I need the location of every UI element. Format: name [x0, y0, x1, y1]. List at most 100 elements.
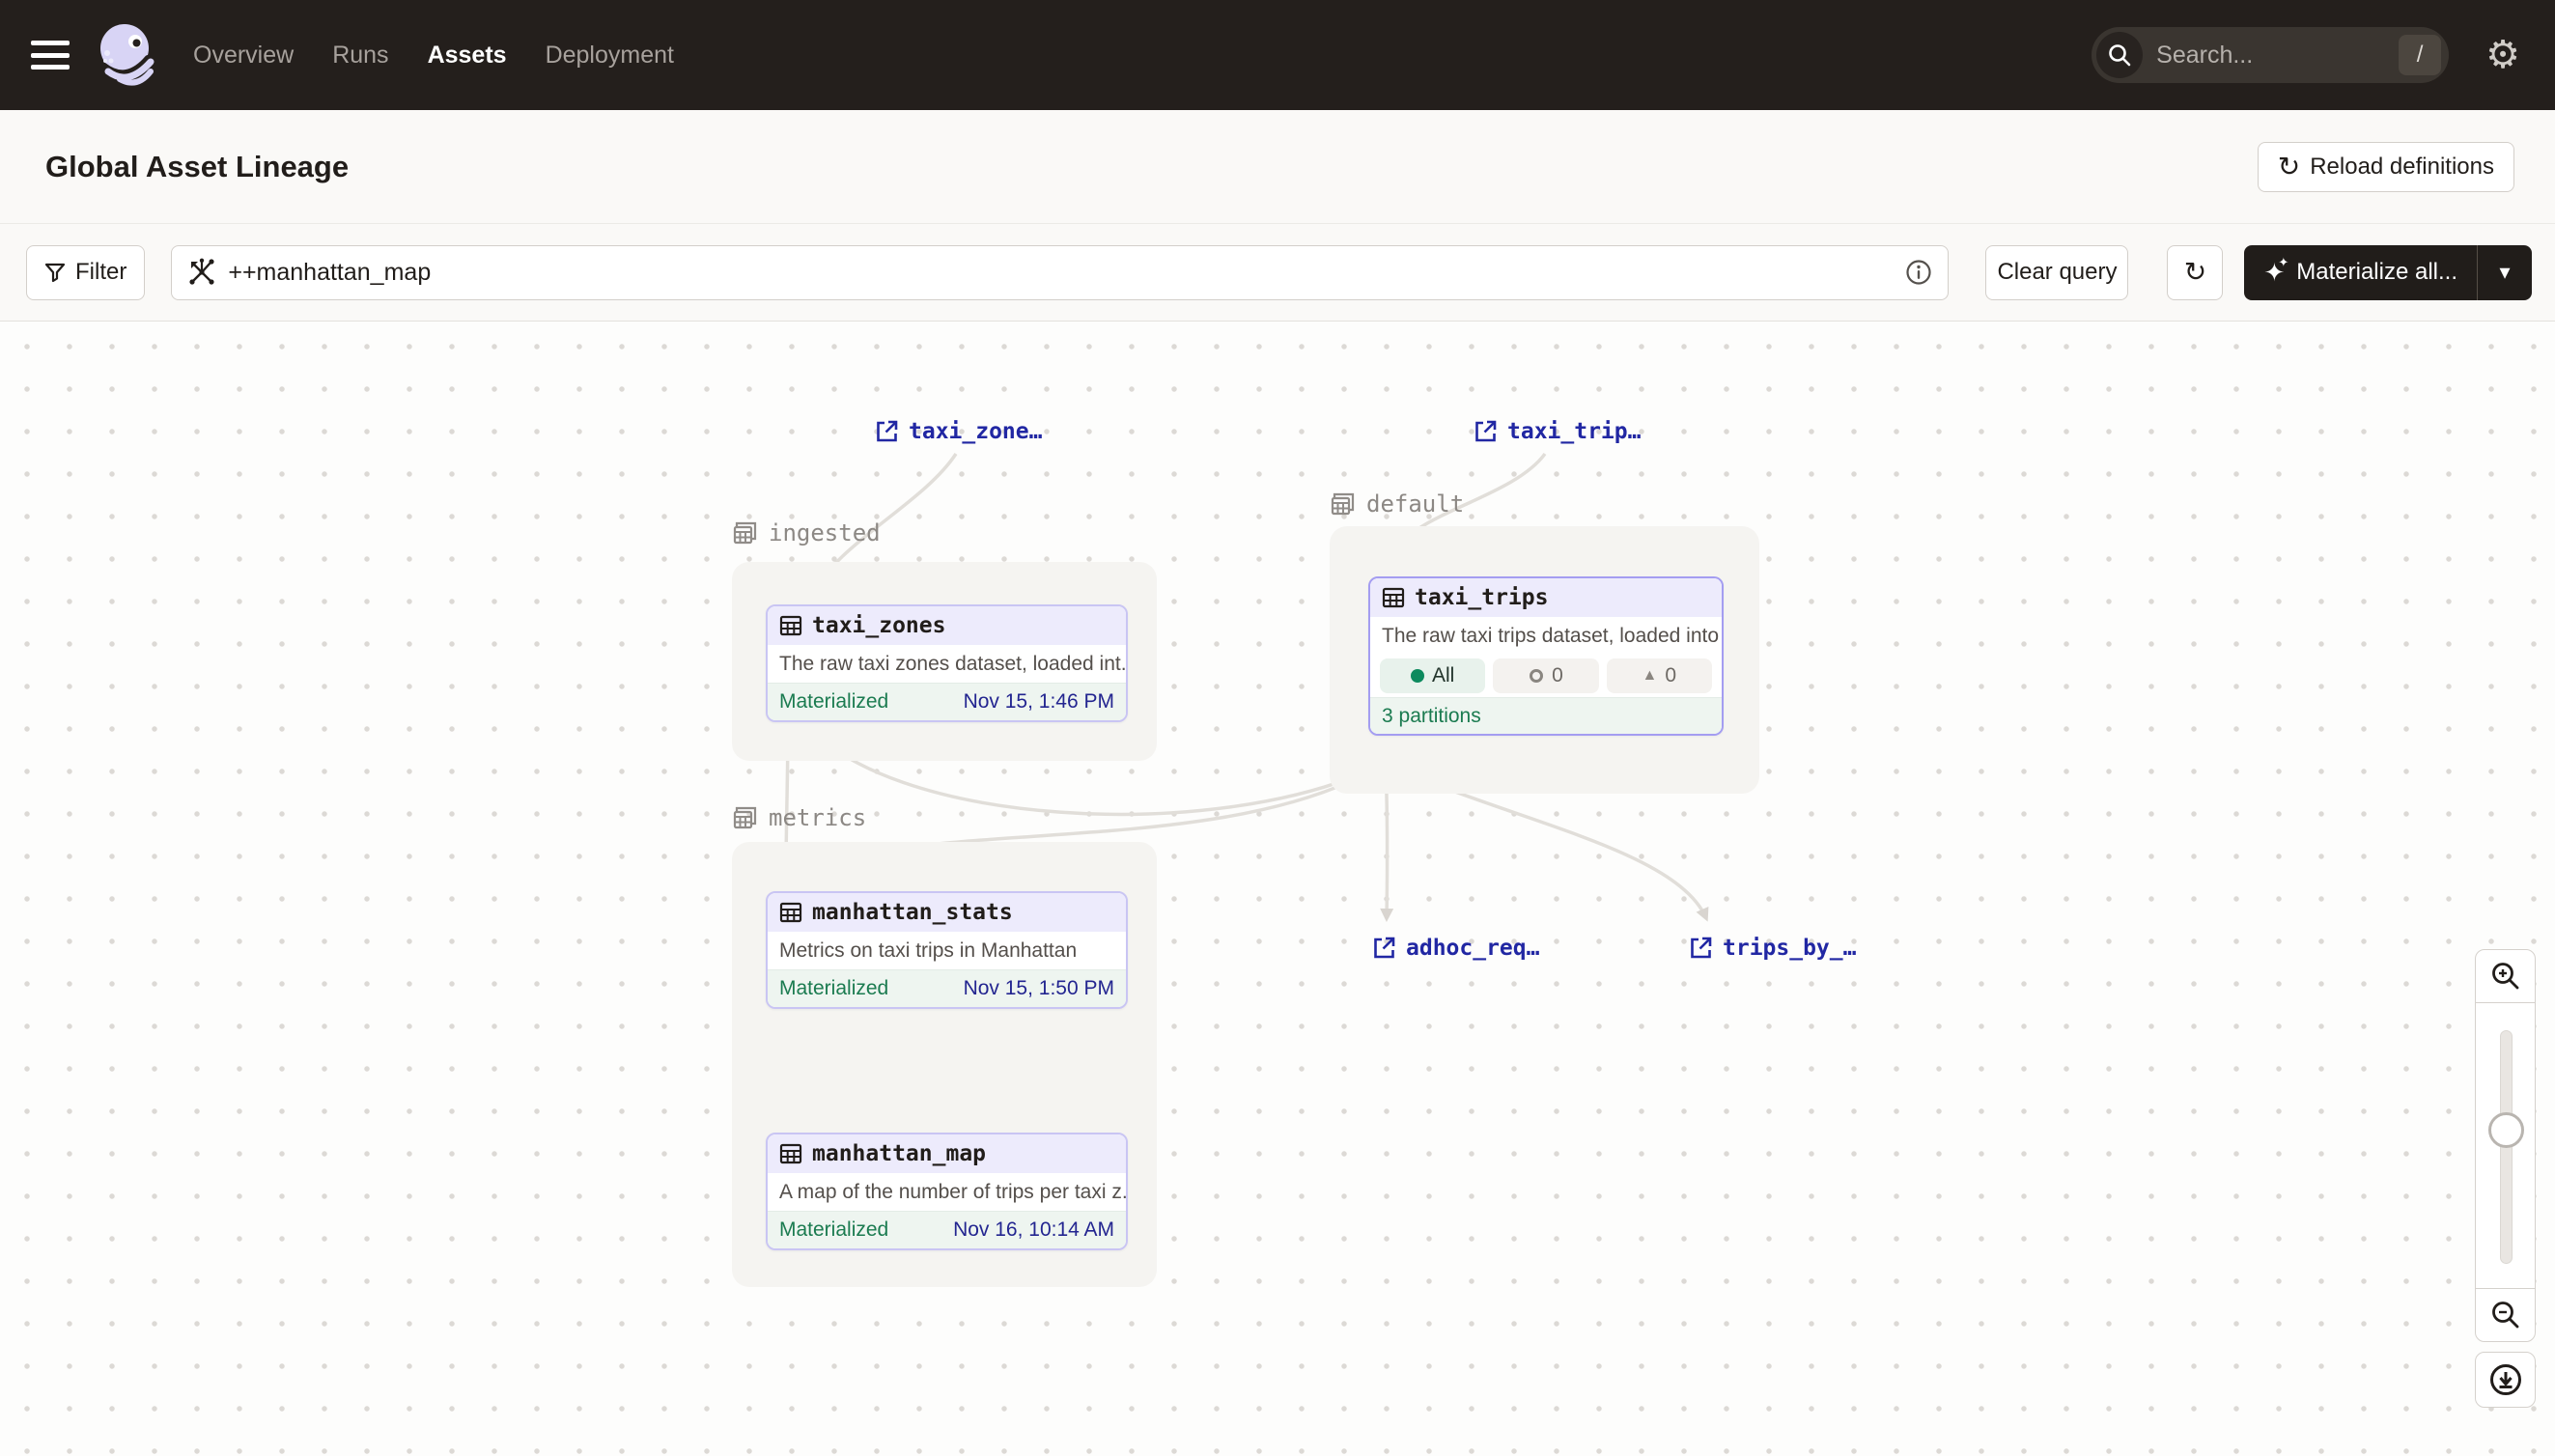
materialize-dropdown-caret[interactable]: ▾: [2478, 245, 2532, 300]
asset-query-input[interactable]: [228, 259, 1905, 287]
asset-node-manhattan-map[interactable]: manhattan_map A map of the number of tri…: [766, 1133, 1128, 1250]
filter-button-label: Filter: [75, 259, 126, 286]
group-label-ingested[interactable]: ingested: [732, 519, 881, 546]
pill-label: 0: [1552, 664, 1563, 687]
external-link-icon: [1688, 935, 1714, 961]
status-badge: Materialized: [779, 977, 888, 1000]
page-title: Global Asset Lineage: [45, 150, 349, 184]
green-dot-icon: [1411, 669, 1424, 683]
group-label-metrics[interactable]: metrics: [732, 804, 866, 831]
ring-icon: [1529, 668, 1544, 684]
materialize-all-button[interactable]: ✦✦ Materialize all...: [2244, 245, 2477, 300]
sparkle-icon: ✦✦: [2263, 260, 2285, 285]
primary-nav: Overview Runs Assets Deployment: [193, 42, 674, 70]
asset-title: manhattan_map: [812, 1141, 986, 1166]
table-stack-icon: [732, 519, 759, 546]
partition-health-pills: All 0 ▲ 0: [1370, 655, 1722, 697]
materialize-all-label: Materialize all...: [2296, 259, 2457, 286]
refresh-icon: ↻: [2184, 259, 2206, 286]
global-search[interactable]: /: [2092, 27, 2449, 83]
nav-item-assets[interactable]: Assets: [428, 42, 507, 70]
partitions-all-pill[interactable]: All: [1380, 658, 1485, 693]
asset-title: manhattan_stats: [812, 900, 1013, 925]
asset-description: The raw taxi trips dataset, loaded into …: [1370, 617, 1722, 655]
group-name: default: [1366, 490, 1464, 518]
table-icon: [779, 901, 802, 924]
asset-description: A map of the number of trips per taxi z.…: [768, 1173, 1126, 1211]
external-asset-link-taxi-trip[interactable]: taxi_trip…: [1473, 418, 1641, 444]
external-link-icon: [1473, 418, 1499, 444]
asset-description: Metrics on taxi trips in Manhattan: [768, 932, 1126, 969]
asset-description: The raw taxi zones dataset, loaded int..…: [768, 645, 1126, 683]
group-label-default[interactable]: default: [1330, 490, 1464, 518]
nav-item-deployment[interactable]: Deployment: [546, 42, 674, 70]
group-name: metrics: [769, 804, 866, 831]
nav-item-overview[interactable]: Overview: [193, 42, 294, 70]
asset-title: taxi_zones: [812, 613, 945, 638]
partitions-missing-pill[interactable]: 0: [1493, 658, 1598, 693]
asset-node-manhattan-stats[interactable]: manhattan_stats Metrics on taxi trips in…: [766, 891, 1128, 1009]
materialization-timestamp[interactable]: Nov 16, 10:14 AM: [953, 1218, 1114, 1242]
hamburger-menu-icon[interactable]: [31, 41, 70, 70]
settings-gear-icon[interactable]: ⚙: [2485, 36, 2520, 74]
top-navbar: Overview Runs Assets Deployment / ⚙: [0, 0, 2555, 110]
dagster-logo-icon[interactable]: [95, 21, 156, 89]
search-shortcut-badge: /: [2399, 35, 2441, 75]
external-asset-label: taxi_zone…: [909, 419, 1042, 444]
external-asset-link-taxi-zone[interactable]: taxi_zone…: [874, 418, 1042, 444]
external-asset-label: trips_by_…: [1723, 936, 1856, 961]
zoom-in-button[interactable]: [2475, 949, 2536, 1003]
reload-definitions-label: Reload definitions: [2310, 154, 2494, 181]
external-link-icon: [1371, 935, 1397, 961]
zoom-controls: [2475, 949, 2536, 1408]
external-link-icon: [874, 418, 900, 444]
zoom-in-icon: [2489, 960, 2522, 993]
materialize-all-split-button: ✦✦ Materialize all... ▾: [2244, 245, 2532, 300]
asset-title: taxi_trips: [1415, 585, 1548, 610]
refresh-graph-button[interactable]: ↻: [2167, 245, 2223, 300]
status-badge: Materialized: [779, 1218, 888, 1242]
download-icon: [2487, 1361, 2524, 1398]
zoom-slider[interactable]: [2475, 1003, 2536, 1288]
group-name: ingested: [769, 519, 881, 546]
filter-button[interactable]: Filter: [26, 245, 145, 300]
partitions-failed-pill[interactable]: ▲ 0: [1607, 658, 1712, 693]
table-stack-icon: [732, 804, 759, 831]
table-stack-icon: [1330, 490, 1357, 518]
external-asset-link-trips-by[interactable]: trips_by_…: [1688, 935, 1856, 961]
nav-item-runs[interactable]: Runs: [332, 42, 388, 70]
partitions-count[interactable]: 3 partitions: [1370, 697, 1722, 734]
clear-query-button[interactable]: Clear query: [1985, 245, 2128, 300]
search-input[interactable]: [2143, 42, 2399, 70]
pill-label: All: [1432, 664, 1454, 687]
asset-query-box[interactable]: [171, 245, 1949, 300]
materialization-timestamp[interactable]: Nov 15, 1:46 PM: [964, 690, 1114, 714]
search-icon: [2096, 32, 2143, 78]
asset-node-taxi-zones[interactable]: taxi_zones The raw taxi zones dataset, l…: [766, 604, 1128, 722]
page-header: Global Asset Lineage ↻ Reload definition…: [0, 110, 2555, 224]
lineage-toolbar: Filter Clear query ↻ ✦✦ Materialize all.…: [0, 224, 2555, 322]
external-asset-label: taxi_trip…: [1507, 419, 1641, 444]
lineage-canvas[interactable]: ingested default metrics taxi_z: [0, 322, 2555, 1456]
pill-label: 0: [1665, 664, 1676, 687]
lineage-graph-icon: [187, 258, 216, 287]
zoom-slider-handle[interactable]: [2488, 1112, 2524, 1148]
funnel-icon: [44, 262, 66, 283]
table-icon: [1382, 586, 1405, 609]
reload-definitions-button[interactable]: ↻ Reload definitions: [2258, 142, 2514, 192]
table-icon: [779, 1142, 802, 1165]
clear-query-label: Clear query: [1997, 259, 2117, 286]
query-info-icon[interactable]: [1905, 259, 1932, 286]
lineage-edges: [0, 322, 2555, 1456]
table-icon: [779, 614, 802, 637]
materialization-timestamp[interactable]: Nov 15, 1:50 PM: [964, 977, 1114, 1000]
external-asset-label: adhoc_req…: [1406, 936, 1539, 961]
reload-icon: ↻: [2278, 154, 2300, 181]
asset-node-taxi-trips[interactable]: taxi_trips The raw taxi trips dataset, l…: [1368, 576, 1724, 736]
download-view-button[interactable]: [2475, 1352, 2536, 1408]
status-badge: Materialized: [779, 690, 888, 714]
triangle-icon: ▲: [1642, 667, 1658, 685]
external-asset-link-adhoc-req[interactable]: adhoc_req…: [1371, 935, 1539, 961]
zoom-out-button[interactable]: [2475, 1288, 2536, 1342]
zoom-out-icon: [2489, 1299, 2522, 1331]
